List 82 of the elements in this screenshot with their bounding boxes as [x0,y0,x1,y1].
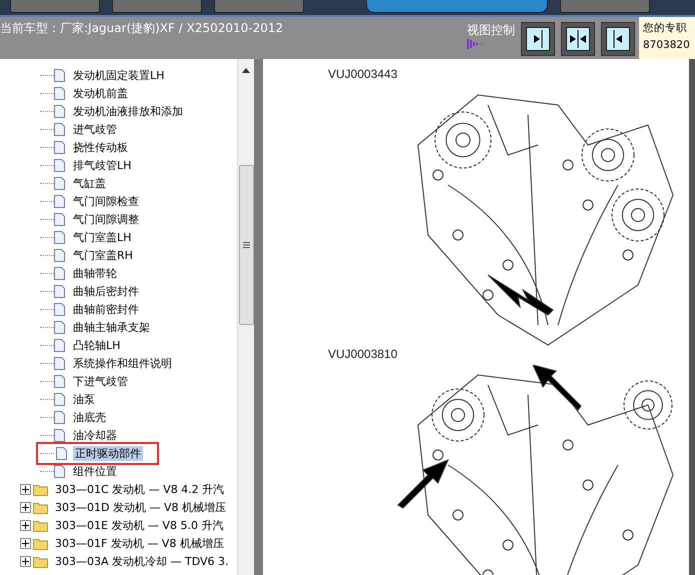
folder-icon [33,536,49,550]
nav-tab[interactable] [112,0,202,13]
document-icon [54,158,65,172]
tree-item[interactable]: 凸轮轴LH [71,338,122,352]
tree-folder[interactable]: 303—03A 发动机冷却 — TDV6 3. [53,554,231,568]
tree-item[interactable]: 曲轴带轮 [71,266,119,280]
scroll-thumb[interactable] [238,165,254,325]
tree-item[interactable]: 气缸盖 [71,176,108,190]
document-icon [54,140,65,154]
document-icon [54,338,65,352]
figure-caption: VUJ0003443 [328,67,398,83]
user-label: 您的专职 [643,21,688,36]
tree-item[interactable]: 气门室盖RH [71,248,135,262]
document-icon [54,302,65,316]
user-number: 8703820 [643,38,691,53]
scroll-up-icon[interactable] [242,67,250,73]
document-icon [54,356,65,370]
tree-folder[interactable]: 303—01C 发动机 — V8 4.2 升汽 [53,482,226,496]
nav-tab[interactable] [214,0,304,13]
document-icon [54,410,65,424]
expand-icon[interactable] [20,556,31,566]
document-icon [54,104,65,118]
vehicle-model-label: 当前车型：厂家:Jaguar(捷豹)XF / X2502010-2012 [0,20,284,37]
figure-caption: VUJ0003810 [328,347,398,363]
arrow-left-icon [606,27,630,51]
tree-folder[interactable]: 303—01F 发动机 — V8 机械增压 [53,536,226,550]
tree-item[interactable]: 排气歧管LH [71,158,134,172]
tree-item[interactable]: 发动机前盖 [71,86,130,100]
tree-item[interactable]: 发动机油液排放和添加 [71,104,185,118]
tree-item[interactable]: 曲轴前密封件 [71,302,141,316]
folder-icon [33,518,49,532]
arrows-inward-icon [566,27,590,51]
tree-item[interactable]: 系统操作和组件说明 [71,356,174,370]
nav-tab[interactable] [560,0,650,13]
document-icon [54,122,65,136]
tree-item[interactable]: 曲轴后密封件 [71,284,141,298]
view-layout-button[interactable] [521,22,555,56]
document-icon [54,320,65,334]
tree-item[interactable]: 气门室盖LH [71,230,134,244]
document-icon [54,212,65,226]
document-icon [54,266,65,280]
tree-item[interactable]: 正时驱动部件 [73,446,143,460]
document-icon [56,446,67,460]
tree-item[interactable]: 油泵 [71,392,97,406]
document-icon [54,86,65,100]
expand-icon[interactable] [20,502,31,512]
document-icon [54,464,65,478]
tree-item[interactable]: 挠性传动板 [71,140,130,154]
document-icon [54,68,65,82]
tree-item[interactable]: 曲轴主轴承支架 [71,320,152,334]
document-icon [54,392,65,406]
folder-icon [33,554,49,568]
document-icon [54,194,65,208]
tree-item[interactable]: 油冷却器 [71,428,119,442]
tree-item[interactable]: 气门间隙调整 [71,212,141,226]
signal-icon [467,39,485,49]
expand-icon[interactable] [20,538,31,548]
expand-icon[interactable] [20,520,31,530]
nav-tab[interactable] [366,0,548,13]
document-icon [54,176,65,190]
scrollbar[interactable] [237,59,254,575]
document-icon [54,230,65,244]
folder-icon [33,500,49,514]
view-control-label: 视图控制 [467,22,515,39]
tree-item[interactable]: 气门间隙检查 [71,194,141,208]
expand-icon[interactable] [20,484,31,494]
view-layout-button[interactable] [561,22,595,56]
tree-folder[interactable]: 303—01E 发动机 — V8 5.0 升汽 [53,518,226,532]
document-icon [54,374,65,388]
document-icon [54,248,65,262]
nav-tab[interactable] [10,0,100,13]
tree-item[interactable]: 下进气歧管 [71,374,130,388]
folder-icon [33,482,49,496]
tree-item[interactable]: 发动机固定装置LH [71,68,166,82]
tree-item[interactable]: 进气歧管 [71,122,119,136]
tree-item[interactable]: 组件位置 [71,464,119,478]
view-layout-button[interactable] [601,22,635,56]
tree-item[interactable]: 油底壳 [71,410,108,424]
arrow-right-icon [526,27,550,51]
tree-folder[interactable]: 303—01D 发动机 — V8 机械增压 [53,500,228,514]
document-icon [54,428,65,442]
document-icon [54,284,65,298]
